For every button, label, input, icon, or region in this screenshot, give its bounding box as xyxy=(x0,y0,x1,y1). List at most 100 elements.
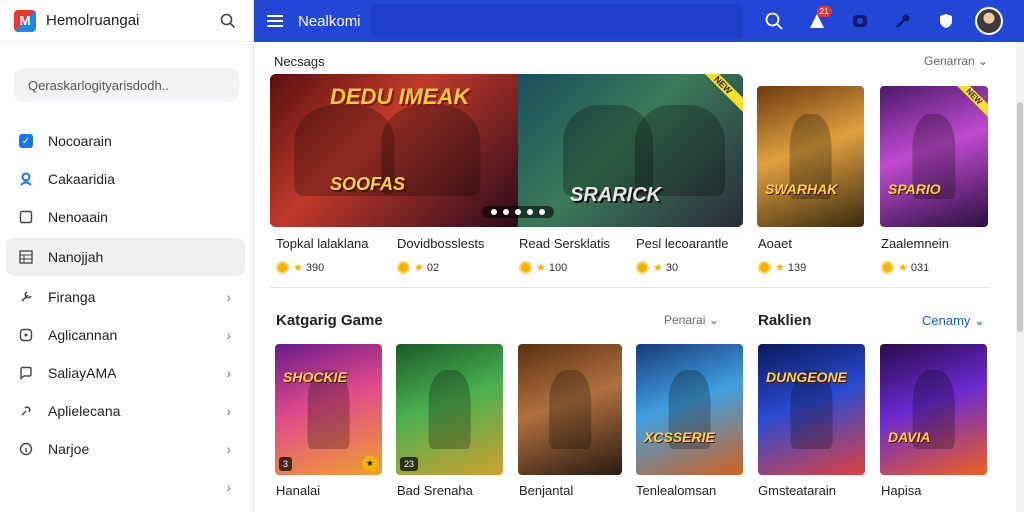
sidebar-item-3[interactable]: Nanojjah xyxy=(6,238,245,276)
chevron-right-icon: › xyxy=(226,327,231,343)
game-name[interactable]: Pesl lecoarantle xyxy=(636,236,729,251)
coin-icon xyxy=(758,261,771,274)
carousel-dot[interactable] xyxy=(515,209,521,215)
section-title: Raklien xyxy=(758,312,812,329)
sidebar-item-6[interactable]: SaliayAMA › xyxy=(0,354,253,392)
topbar: Nealkomi 21 xyxy=(254,0,1024,42)
sidebar-item-5[interactable]: Aglicannan › xyxy=(0,316,253,354)
rating: ★ 100 xyxy=(519,261,567,274)
featured-banner[interactable]: DEDU IMEAK SOOFAS SRARICK NEW xyxy=(270,74,743,227)
chat-icon xyxy=(18,365,34,381)
topbar-title: Nealkomi xyxy=(298,12,361,30)
star-icon: ★ xyxy=(653,262,663,274)
topbar-search-input[interactable] xyxy=(370,4,743,38)
game-thumbnail[interactable]: SHOCKIE 3 ★ xyxy=(275,344,382,475)
carousel-dot[interactable] xyxy=(491,209,497,215)
wrench-icon xyxy=(18,289,34,305)
sidebar-item-4[interactable]: Firanga › xyxy=(0,278,253,316)
app-logo: M xyxy=(14,9,36,32)
main-content: Necsags Genarran ⌄ DEDU IMEAK SOOFAS SRA… xyxy=(254,42,1024,512)
carousel-dot[interactable] xyxy=(527,209,533,215)
rating: ★ 30 xyxy=(636,261,678,274)
chevron-right-icon: › xyxy=(226,365,231,381)
key-icon[interactable] xyxy=(886,4,920,38)
rating: ★ 031 xyxy=(881,261,929,274)
sidebar-item-2[interactable]: Nenoaain xyxy=(0,198,253,236)
sidebar-item-label: Nenoaain xyxy=(48,209,108,225)
coin-badge: ★ xyxy=(361,456,378,471)
checkbox-icon: ✓ xyxy=(18,133,34,149)
sort-label: Penarai xyxy=(664,313,706,327)
carousel-dot[interactable] xyxy=(503,209,509,215)
app-icon xyxy=(18,327,34,343)
thumbnail-title: SWARHAK xyxy=(765,181,838,197)
game-name[interactable]: Bad Srenaha xyxy=(397,483,473,498)
game-thumbnail[interactable]: XCSSERIE xyxy=(636,344,743,475)
hero-figure xyxy=(549,370,591,449)
sidebar-nav: ✓ Nocoarain Cakaaridia Nenoaain Nanojjah xyxy=(0,122,253,506)
game-thumbnail[interactable]: DUNGEONE xyxy=(758,344,865,475)
featured-title: DEDU IMEAK xyxy=(330,84,470,109)
game-thumbnail[interactable]: DAVIA xyxy=(880,344,987,475)
thumbnail-title: SPARIO xyxy=(888,181,941,197)
sidebar-item-label: Firanga xyxy=(48,289,96,305)
featured-title-b: SRARICK xyxy=(570,184,662,206)
sidebar-search-input[interactable]: Qeraskarlogityarisdodh.. xyxy=(14,68,239,102)
game-name[interactable]: Aoaet xyxy=(758,236,792,251)
sidebar-item-9[interactable]: › xyxy=(0,468,253,506)
carousel-dot[interactable] xyxy=(539,209,545,215)
square-icon xyxy=(18,209,34,225)
rating: ★ 139 xyxy=(758,261,806,274)
grid-icon xyxy=(18,249,34,265)
scrollbar-thumb[interactable] xyxy=(1017,102,1023,332)
camera-icon[interactable] xyxy=(843,4,877,38)
thumbnail-title: DUNGEONE xyxy=(766,369,847,385)
star-icon: ★ xyxy=(414,262,424,274)
sort-dropdown[interactable]: Penarai ⌄ xyxy=(664,313,719,327)
game-name[interactable]: Zaalemnein xyxy=(881,236,949,251)
coin-icon xyxy=(276,261,289,274)
tile-badge: 23 xyxy=(400,457,419,471)
star-icon: ★ xyxy=(536,262,546,274)
thumbnail-title: SHOCKIE xyxy=(283,369,347,385)
game-name[interactable]: Read Sersklatis xyxy=(519,236,610,251)
hero-figure xyxy=(635,104,725,197)
sidebar-item-7[interactable]: Aplielecana › xyxy=(0,392,253,430)
sort-label: Genarran xyxy=(924,54,975,68)
section-title: Necsags xyxy=(274,54,325,69)
info-icon xyxy=(18,441,34,457)
search-icon[interactable] xyxy=(757,4,791,38)
section-title: Katgarig Game xyxy=(276,312,383,329)
game-thumbnail[interactable]: SWARHAK xyxy=(757,86,864,227)
rating: ★ 02 xyxy=(397,261,439,274)
game-thumbnail[interactable] xyxy=(518,344,622,475)
user-avatar[interactable] xyxy=(972,4,1006,38)
search-icon[interactable] xyxy=(217,10,239,32)
sort-dropdown[interactable]: Cenamy ⌄ xyxy=(922,313,985,329)
corner-tag: NEW xyxy=(949,86,988,121)
search-placeholder: Qeraskarlogityarisdodh.. xyxy=(28,77,169,93)
featured-subtitle: SOOFAS xyxy=(330,174,406,194)
sidebar-item-8[interactable]: Narjoe › xyxy=(0,430,253,468)
scrollbar[interactable] xyxy=(1016,42,1024,512)
game-name[interactable]: Dovidbosslests xyxy=(397,236,484,251)
sort-dropdown[interactable]: Genarran ⌄ xyxy=(924,54,988,68)
star-icon: ★ xyxy=(775,262,785,274)
shield-icon[interactable] xyxy=(929,4,963,38)
game-name[interactable]: Topkal lalaklana xyxy=(276,236,369,251)
game-name[interactable]: Tenlealomsan xyxy=(636,483,716,498)
game-name[interactable]: Benjantal xyxy=(519,483,573,498)
sidebar-header: M Hemolruangai xyxy=(0,0,253,42)
game-name[interactable]: Gmsteatarain xyxy=(758,483,836,498)
avatar xyxy=(974,7,1003,35)
sidebar-item-0[interactable]: ✓ Nocoarain xyxy=(0,122,253,160)
game-thumbnail[interactable]: NEW SPARIO xyxy=(880,86,988,227)
sidebar-item-1[interactable]: Cakaaridia xyxy=(0,160,253,198)
game-name[interactable]: Hapisa xyxy=(881,483,921,498)
alert-icon[interactable]: 21 xyxy=(800,4,834,38)
menu-icon[interactable] xyxy=(254,0,298,42)
game-thumbnail[interactable]: 23 xyxy=(396,344,503,475)
star-icon: ★ xyxy=(898,262,908,274)
game-name[interactable]: Hanalai xyxy=(276,483,320,498)
app-title: Hemolruangai xyxy=(46,12,140,29)
